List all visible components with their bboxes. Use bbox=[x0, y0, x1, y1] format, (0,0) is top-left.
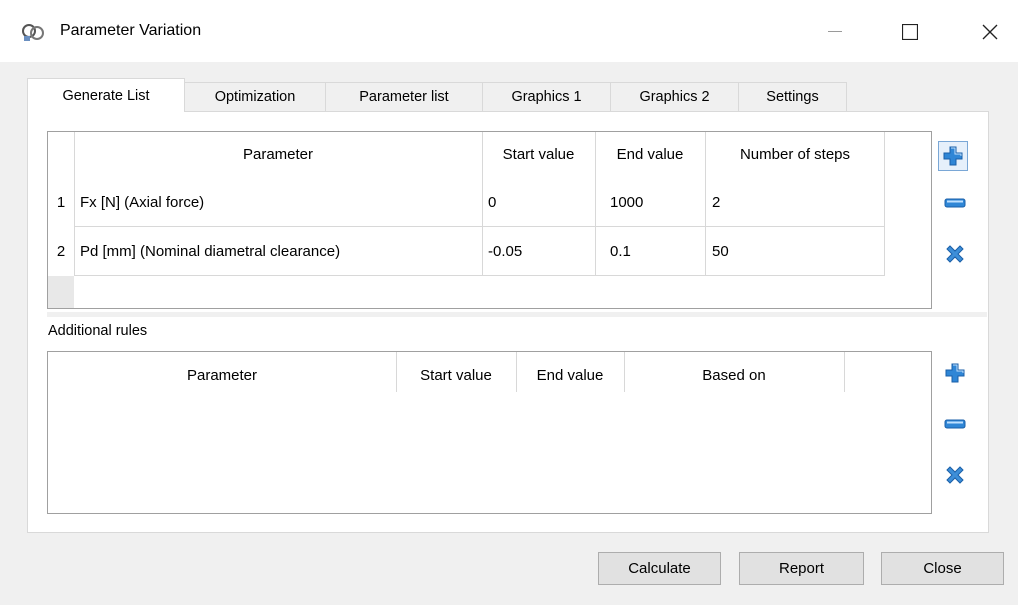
column-divider bbox=[516, 352, 517, 392]
column-divider bbox=[884, 132, 885, 276]
cell-start-value[interactable]: -0.05 bbox=[488, 227, 593, 275]
tab-settings[interactable]: Settings bbox=[738, 82, 847, 111]
tab-optimization[interactable]: Optimization bbox=[184, 82, 326, 111]
section-separator bbox=[47, 312, 987, 317]
additional-rules-label: Additional rules bbox=[48, 323, 148, 339]
table-corner bbox=[48, 132, 74, 172]
column-header-number-of-steps[interactable]: Number of steps bbox=[705, 134, 885, 174]
column-divider bbox=[705, 132, 706, 276]
close-window-button[interactable] bbox=[965, 10, 1015, 54]
app-icon bbox=[22, 22, 44, 42]
maximize-icon bbox=[902, 24, 918, 40]
calculate-button[interactable]: Calculate bbox=[598, 552, 721, 585]
remove-icon bbox=[944, 419, 966, 429]
column-divider bbox=[396, 352, 397, 392]
cell-end-value[interactable]: 1000 bbox=[610, 178, 700, 226]
column-divider bbox=[844, 352, 845, 392]
cell-parameter[interactable]: Pd [mm] (Nominal diametral clearance) bbox=[80, 227, 480, 275]
column-header-start-value[interactable]: Start value bbox=[482, 134, 595, 174]
row-number: 2 bbox=[56, 242, 66, 260]
add-icon bbox=[943, 146, 963, 166]
column-header-end-value[interactable]: End value bbox=[595, 134, 705, 174]
remove-rule-button[interactable] bbox=[942, 411, 968, 437]
column-divider bbox=[74, 132, 75, 276]
remove-row-button[interactable] bbox=[942, 190, 968, 216]
cell-number-of-steps[interactable]: 2 bbox=[712, 178, 882, 226]
column-header-parameter[interactable]: Parameter bbox=[74, 134, 482, 174]
rules-header-based-on[interactable]: Based on bbox=[624, 355, 844, 395]
rules-header-parameter[interactable]: Parameter bbox=[48, 355, 396, 395]
add-icon bbox=[945, 363, 965, 383]
rules-header-end-value[interactable]: End value bbox=[516, 355, 624, 395]
add-rule-button[interactable] bbox=[942, 360, 968, 386]
close-button[interactable]: Close bbox=[881, 552, 1004, 585]
minimize-button[interactable] bbox=[810, 10, 860, 54]
delete-icon bbox=[946, 245, 964, 263]
cell-start-value[interactable]: 0 bbox=[488, 178, 593, 226]
column-divider bbox=[482, 132, 483, 276]
remove-icon bbox=[944, 198, 966, 208]
cell-parameter[interactable]: Fx [N] (Axial force) bbox=[80, 178, 480, 226]
column-divider bbox=[595, 132, 596, 276]
minimize-icon bbox=[828, 31, 842, 32]
row-number: 1 bbox=[56, 193, 66, 211]
tab-graphics-2[interactable]: Graphics 2 bbox=[610, 82, 739, 111]
delete-all-rules-button[interactable] bbox=[942, 462, 968, 488]
table-empty-rownum bbox=[48, 276, 74, 308]
delete-all-button[interactable] bbox=[942, 241, 968, 267]
delete-icon bbox=[946, 466, 964, 484]
add-row-button[interactable] bbox=[938, 141, 968, 171]
tab-generate-list[interactable]: Generate List bbox=[27, 78, 185, 112]
row-divider bbox=[74, 275, 885, 276]
tab-graphics-1[interactable]: Graphics 1 bbox=[482, 82, 611, 111]
report-button[interactable]: Report bbox=[739, 552, 864, 585]
rules-header-start-value[interactable]: Start value bbox=[396, 355, 516, 395]
window-title: Parameter Variation bbox=[60, 22, 202, 39]
cell-number-of-steps[interactable]: 50 bbox=[712, 227, 882, 275]
cell-end-value[interactable]: 0.1 bbox=[610, 227, 700, 275]
maximize-button[interactable] bbox=[885, 10, 935, 54]
close-icon bbox=[982, 24, 998, 40]
column-divider bbox=[624, 352, 625, 392]
tab-parameter-list[interactable]: Parameter list bbox=[325, 82, 483, 111]
